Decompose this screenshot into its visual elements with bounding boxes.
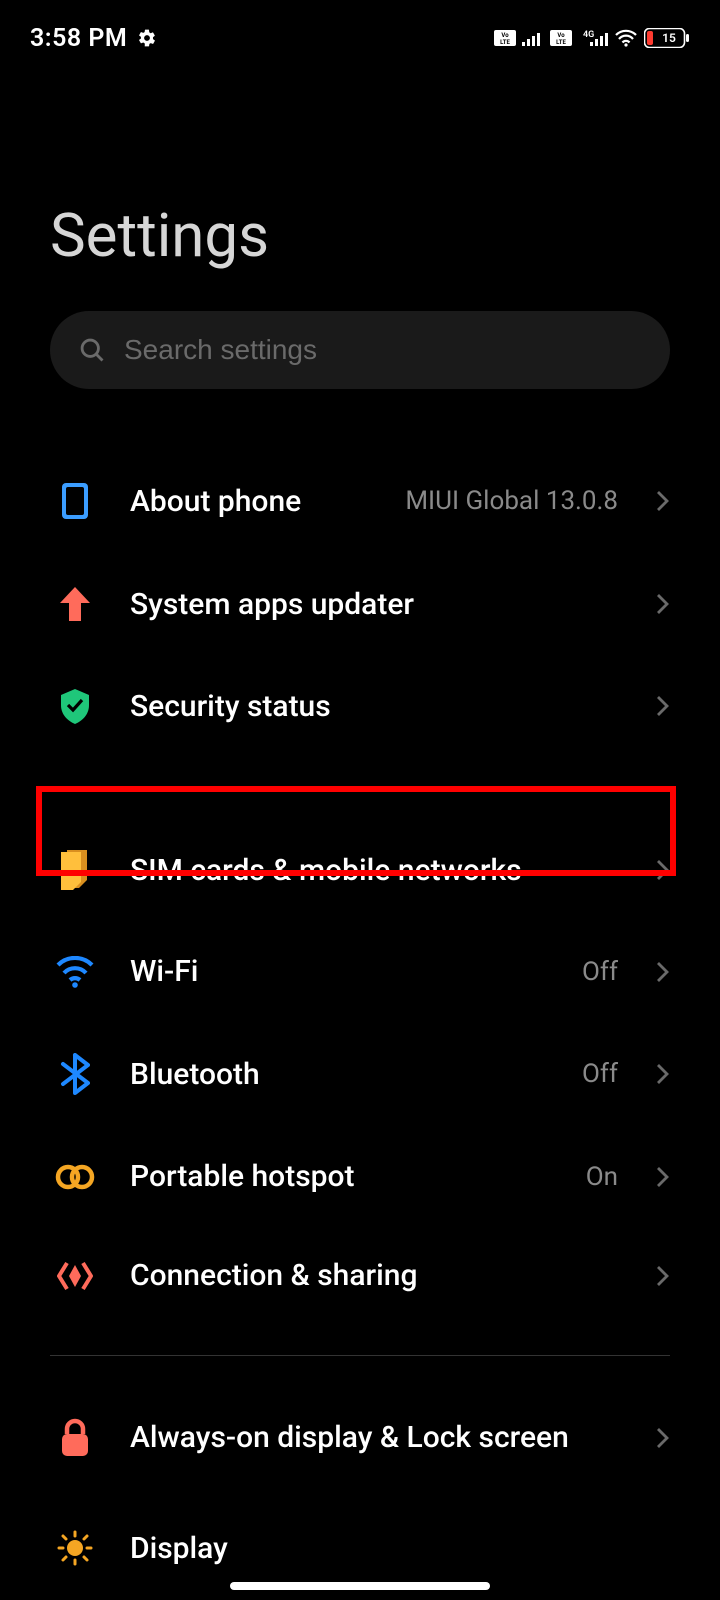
chevron-right-icon xyxy=(656,859,670,881)
gear-icon xyxy=(137,28,157,48)
statusbar: 3:58 PM VoLTE VoLTE 4G 15 xyxy=(0,0,720,60)
chevron-right-icon xyxy=(656,490,670,512)
divider xyxy=(50,1355,670,1356)
row-portable-hotspot[interactable]: Portable hotspot On xyxy=(50,1127,670,1226)
chevron-right-icon xyxy=(656,1166,670,1188)
row-lock-screen[interactable]: Always-on display & Lock screen xyxy=(50,1386,670,1490)
svg-text:Vo: Vo xyxy=(501,32,509,39)
row-label: Wi-Fi xyxy=(130,954,552,989)
chevron-right-icon xyxy=(656,961,670,983)
volte-icon-2: VoLTE xyxy=(550,30,572,46)
sun-icon xyxy=(50,1530,100,1566)
svg-text:LTE: LTE xyxy=(556,39,566,46)
status-time: 3:58 PM xyxy=(30,24,127,53)
signal-icon xyxy=(522,30,544,46)
row-label: System apps updater xyxy=(130,587,626,622)
row-label: Portable hotspot xyxy=(130,1159,556,1194)
row-security-status[interactable]: Security status xyxy=(50,655,670,757)
statusbar-left: 3:58 PM xyxy=(30,24,157,53)
chevron-right-icon xyxy=(656,695,670,717)
chevron-right-icon xyxy=(656,1265,670,1287)
row-label: Connection & sharing xyxy=(130,1258,626,1293)
svg-text:Vo: Vo xyxy=(557,32,565,39)
wifi-icon xyxy=(614,29,638,47)
nav-home-indicator[interactable] xyxy=(230,1582,490,1590)
row-system-apps-updater[interactable]: System apps updater xyxy=(50,553,670,655)
row-value: Off xyxy=(582,1059,618,1089)
signal-4g-icon: 4G xyxy=(578,29,608,47)
chevron-right-icon xyxy=(656,593,670,615)
row-wifi[interactable]: Wi-Fi Off xyxy=(50,922,670,1021)
row-label: Always-on display & Lock screen xyxy=(130,1419,626,1457)
search-input[interactable] xyxy=(124,334,642,366)
row-value: On xyxy=(586,1162,618,1192)
row-label: Display xyxy=(130,1531,670,1566)
wifi-setting-icon xyxy=(50,956,100,988)
svg-text:4G: 4G xyxy=(583,30,594,40)
hotspot-icon xyxy=(50,1162,100,1192)
page-title: Settings xyxy=(0,60,720,311)
row-connection-sharing[interactable]: Connection & sharing xyxy=(50,1226,670,1325)
screen: 3:58 PM VoLTE VoLTE 4G 15 xyxy=(0,0,720,1600)
sim-card-icon xyxy=(50,850,100,890)
chevron-right-icon xyxy=(656,1427,670,1449)
row-sim-cards[interactable]: SIM cards & mobile networks xyxy=(50,818,670,922)
settings-list: About phone MIUI Global 13.0.8 System ap… xyxy=(50,449,670,1598)
shield-check-icon xyxy=(50,687,100,725)
phone-icon xyxy=(50,481,100,521)
svg-text:LTE: LTE xyxy=(500,39,510,46)
battery-text: 15 xyxy=(662,31,676,45)
chevron-right-icon xyxy=(656,1063,670,1085)
volte-icon: VoLTE xyxy=(494,30,516,46)
row-label: Bluetooth xyxy=(130,1057,552,1092)
row-label: About phone xyxy=(130,484,375,519)
lock-icon xyxy=(50,1418,100,1458)
divider xyxy=(50,787,670,788)
row-label: Security status xyxy=(130,689,626,724)
search-icon xyxy=(78,336,106,364)
bluetooth-icon xyxy=(50,1053,100,1095)
search-bar[interactable] xyxy=(50,311,670,389)
battery-icon: 15 xyxy=(644,28,690,48)
row-value: Off xyxy=(582,957,618,987)
row-value: MIUI Global 13.0.8 xyxy=(405,486,618,516)
row-bluetooth[interactable]: Bluetooth Off xyxy=(50,1021,670,1127)
statusbar-right: VoLTE VoLTE 4G 15 xyxy=(494,28,690,48)
row-about-phone[interactable]: About phone MIUI Global 13.0.8 xyxy=(50,449,670,553)
arrow-up-icon xyxy=(50,585,100,623)
connection-icon xyxy=(50,1259,100,1293)
row-label: SIM cards & mobile networks xyxy=(130,853,626,888)
